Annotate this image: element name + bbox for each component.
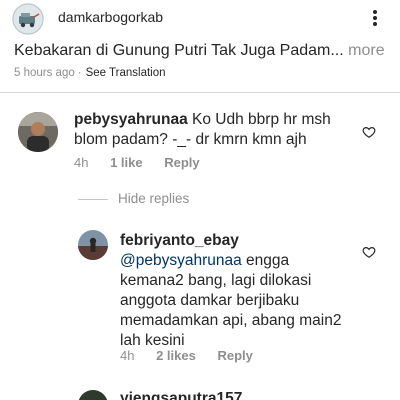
comment-likes[interactable]: 1 like <box>110 155 143 170</box>
hide-replies-line <box>78 198 108 200</box>
reply-likes[interactable]: 2 likes <box>156 348 196 363</box>
account-avatar[interactable] <box>12 3 44 35</box>
profile-photo-icon <box>18 112 58 152</box>
account-username[interactable]: damkarbogorkab <box>58 9 163 25</box>
caption-text: Kebakaran di Gunung Putri Tak Juga Padam… <box>14 42 344 59</box>
comment-body: pebysyahrunaa Ko Udh bbrp hr msh blom pa… <box>74 110 359 150</box>
reply-text-wrap: @pebysyahrunaa engga kemana2 bang, lagi … <box>120 251 350 351</box>
divider <box>0 92 400 93</box>
reply-username[interactable]: yiengsaputra157 <box>120 390 242 400</box>
heart-icon[interactable] <box>362 125 376 139</box>
reply-avatar[interactable] <box>78 390 108 400</box>
post-caption: Kebakaran di Gunung Putri Tak Juga Padam… <box>14 42 385 60</box>
reply-body: yiengsaputra157 <box>120 389 350 400</box>
reply-time: 4h <box>120 348 135 363</box>
reply-body: febriyanto_ebay @pebysyahrunaa engga kem… <box>120 231 350 351</box>
caption-more-link[interactable]: more <box>348 42 384 59</box>
see-translation-link[interactable]: See Translation <box>86 67 166 79</box>
comment-username[interactable]: pebysyahrunaa <box>74 111 188 128</box>
heart-icon[interactable] <box>362 245 376 259</box>
damkar-logo-icon <box>12 3 44 35</box>
commenter-avatar[interactable] <box>18 112 58 152</box>
reply-meta: 4h 2 likes Reply <box>120 348 253 363</box>
comment-reply-button[interactable]: Reply <box>164 155 199 170</box>
hide-replies-button[interactable]: Hide replies <box>78 191 189 206</box>
comment-time: 4h <box>74 155 89 170</box>
post-header: damkarbogorkab <box>0 0 400 36</box>
reply-reply-button[interactable]: Reply <box>217 348 252 363</box>
reply-mention[interactable]: @pebysyahrunaa <box>120 252 242 269</box>
reply-avatar[interactable] <box>78 230 108 260</box>
hide-replies-label: Hide replies <box>118 191 190 206</box>
more-options-icon[interactable] <box>368 8 382 28</box>
profile-photo-icon <box>78 230 108 260</box>
comment-meta: 4h 1 like Reply <box>74 155 200 170</box>
post-timestamp: 5 hours ago <box>14 67 75 79</box>
reply-username[interactable]: febriyanto_ebay <box>120 231 350 251</box>
caption-meta: 5 hours ago · See Translation <box>14 67 166 79</box>
